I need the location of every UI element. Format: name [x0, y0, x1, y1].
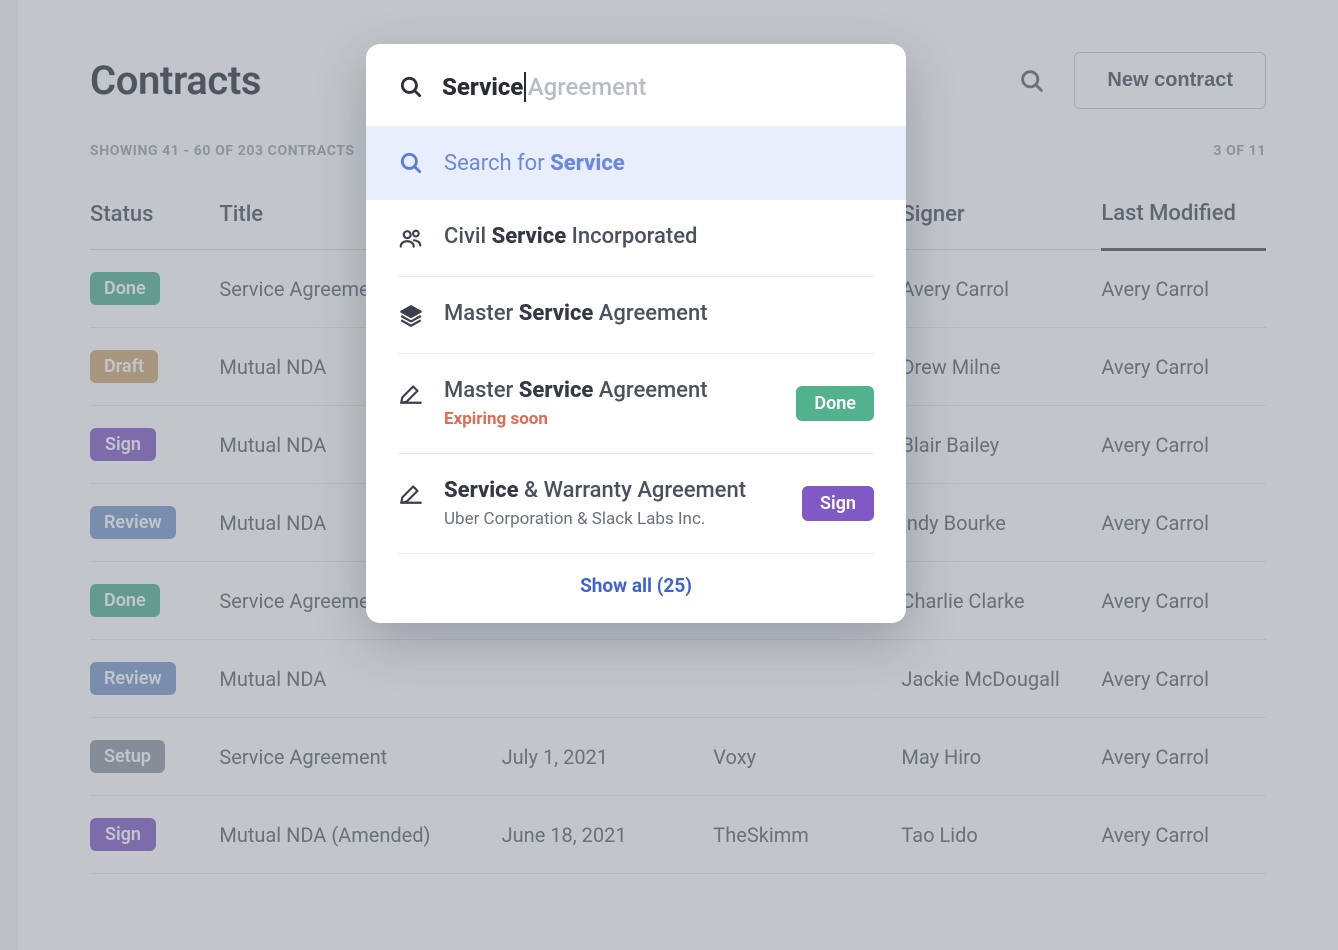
result-badge: Done	[796, 386, 874, 421]
result-subtitle: Expiring soon	[444, 409, 776, 429]
result-body: Master Service Agreement Expiring soon	[444, 378, 776, 429]
search-modal-footer: Show all (25)	[366, 554, 906, 623]
search-result-item[interactable]: Civil Service Incorporated	[398, 200, 874, 277]
search-for-text: Search for Service	[444, 151, 625, 176]
search-for-term: Service	[550, 151, 625, 176]
result-body: Civil Service Incorporated	[444, 224, 874, 249]
search-icon	[398, 74, 424, 100]
people-icon	[398, 226, 424, 252]
result-title: Master Service Agreement	[444, 301, 874, 326]
edit-icon	[398, 380, 424, 406]
result-title: Service & Warranty Agreement	[444, 478, 782, 503]
result-subtitle: Uber Corporation & Slack Labs Inc.	[444, 509, 782, 529]
show-all-link[interactable]: Show all (25)	[580, 574, 692, 597]
result-title: Master Service Agreement	[444, 378, 776, 403]
search-input-row[interactable]: Service Agreement	[366, 44, 906, 126]
result-body: Master Service Agreement	[444, 301, 874, 326]
search-results-list: Civil Service Incorporated Master Service…	[366, 200, 906, 554]
layers-icon	[398, 303, 424, 329]
search-input[interactable]: Service Agreement	[442, 72, 646, 102]
text-cursor	[524, 72, 525, 102]
search-result-item[interactable]: Master Service Agreement Expiring soon Don…	[398, 354, 874, 454]
edit-icon	[398, 480, 424, 506]
result-badge: Sign	[802, 486, 874, 521]
search-modal: Service Agreement Search for Service Civ…	[366, 44, 906, 623]
search-icon	[398, 150, 424, 176]
search-for-prefix: Search for	[444, 151, 550, 176]
search-result-item[interactable]: Master Service Agreement	[398, 277, 874, 354]
result-body: Service & Warranty Agreement Uber Corpora…	[444, 478, 782, 529]
search-typed-text: Service	[442, 73, 523, 101]
search-ghost-text: Agreement	[528, 73, 647, 101]
search-result-item[interactable]: Service & Warranty Agreement Uber Corpora…	[398, 454, 874, 554]
result-title: Civil Service Incorporated	[444, 224, 874, 249]
search-for-suggestion[interactable]: Search for Service	[366, 126, 906, 200]
